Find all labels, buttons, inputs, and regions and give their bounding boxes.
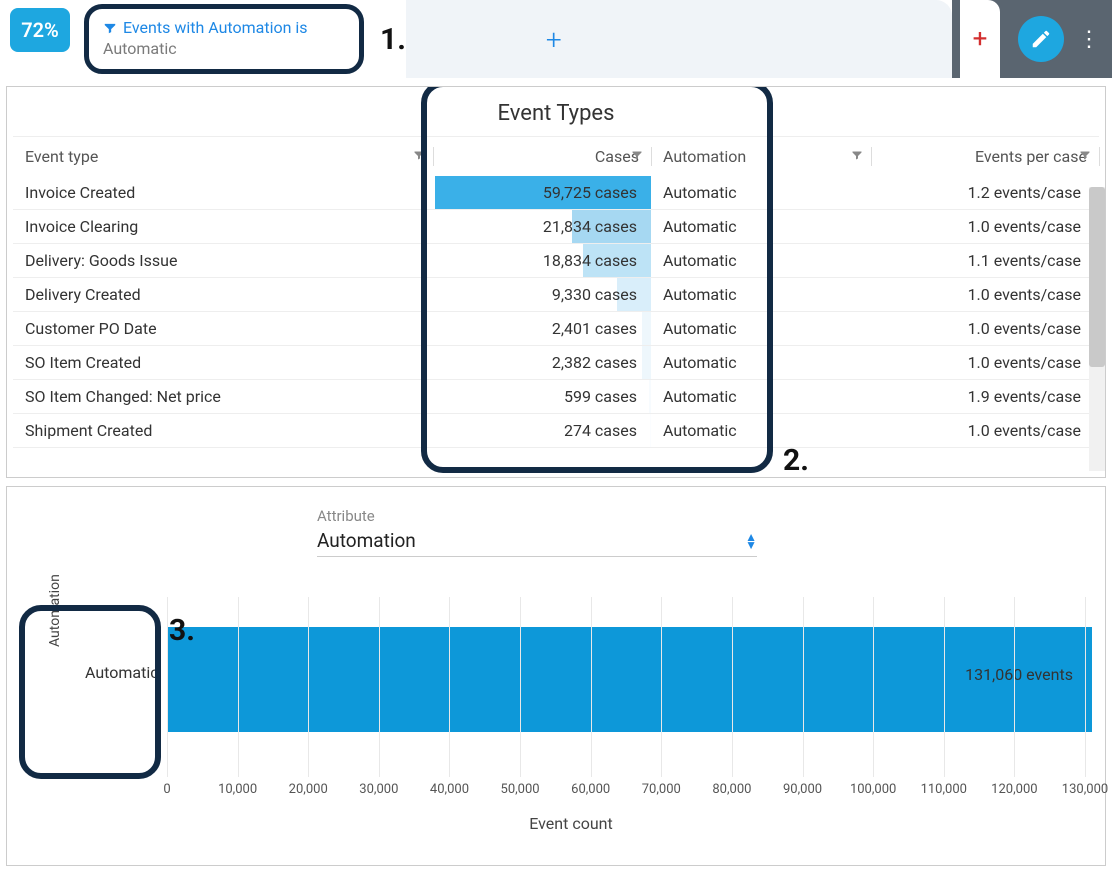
edit-button[interactable] [1018, 16, 1064, 62]
filter-icon[interactable] [851, 149, 863, 161]
cell-event-type: SO Item Created [13, 346, 433, 380]
cell-event-type: Delivery: Goods Issue [13, 244, 433, 278]
filter-chip[interactable]: Events with Automation is Automatic [84, 4, 364, 74]
add-tab-icon[interactable]: + [960, 0, 1000, 78]
bar[interactable] [167, 627, 1092, 732]
x-tick: 100,000 [850, 782, 896, 797]
bar-chart: Automation Automatic 131,060 events 010,… [57, 597, 1085, 827]
bar-value-label: 131,060 events [965, 665, 1073, 684]
cell-events-per-case: 1.1 events/case [871, 244, 1099, 278]
annotation-3: 3. [169, 613, 195, 648]
cell-events-per-case: 1.9 events/case [871, 380, 1099, 414]
chart-panel: Attribute Automation ▲▼ Automation Autom… [6, 486, 1106, 866]
x-axis-ticks: 010,00020,00030,00040,00050,00060,00070,… [167, 782, 1085, 802]
scrollbar-thumb[interactable] [1089, 187, 1105, 367]
cell-events-per-case: 1.2 events/case [871, 176, 1099, 210]
attribute-label: Attribute [317, 507, 757, 525]
col-header-events-per-case[interactable]: Events per case [871, 137, 1099, 177]
cell-automation: Automatic [651, 176, 871, 210]
cell-cases: 9,330 cases [433, 278, 651, 312]
filter-value: Automatic [103, 39, 345, 58]
cell-events-per-case: 1.0 events/case [871, 414, 1099, 448]
filter-icon[interactable] [1079, 149, 1091, 161]
table-row[interactable]: Delivery: Goods Issue18,834 casesAutomat… [13, 244, 1099, 278]
x-tick: 50,000 [501, 782, 540, 797]
cell-event-type: Customer PO Date [13, 312, 433, 346]
x-tick: 10,000 [218, 782, 257, 797]
table-row[interactable]: Shipment Created274 casesAutomatic1.0 ev… [13, 414, 1099, 448]
attribute-selector[interactable]: Attribute Automation ▲▼ [317, 507, 757, 557]
attribute-value: Automation [317, 529, 416, 552]
annotation-2: 2. [783, 443, 809, 477]
plot-area: 131,060 events [167, 597, 1085, 777]
x-tick: 30,000 [359, 782, 398, 797]
x-tick: 40,000 [430, 782, 469, 797]
cell-cases: 599 cases [433, 380, 651, 414]
table-row[interactable]: SO Item Created2,382 casesAutomatic1.0 e… [13, 346, 1099, 380]
filter-icon[interactable] [631, 149, 643, 161]
x-tick: 0 [163, 782, 170, 797]
cell-event-type: Invoice Clearing [13, 210, 433, 244]
cell-automation: Automatic [651, 346, 871, 380]
cell-automation: Automatic [651, 244, 871, 278]
cell-event-type: SO Item Changed: Net price [13, 380, 433, 414]
table-row[interactable]: Invoice Created59,725 casesAutomatic1.2 … [13, 176, 1099, 210]
filter-title: Events with Automation is [123, 18, 308, 37]
x-tick: 80,000 [712, 782, 751, 797]
cell-events-per-case: 1.0 events/case [871, 278, 1099, 312]
cell-cases: 21,834 cases [433, 210, 651, 244]
x-tick: 60,000 [571, 782, 610, 797]
table-row[interactable]: Invoice Clearing21,834 casesAutomatic1.0… [13, 210, 1099, 244]
cell-event-type: Delivery Created [13, 278, 433, 312]
cell-cases: 274 cases [433, 414, 651, 448]
cell-events-per-case: 1.0 events/case [871, 312, 1099, 346]
cell-automation: Automatic [651, 210, 871, 244]
x-tick: 110,000 [921, 782, 967, 797]
x-tick: 20,000 [289, 782, 328, 797]
table-panel: Event Types Event type Cases Automat [6, 86, 1106, 478]
pencil-icon [1030, 28, 1052, 50]
cell-cases: 59,725 cases [433, 176, 651, 210]
col-header-event-type[interactable]: Event type [13, 137, 433, 177]
cell-automation: Automatic [651, 414, 871, 448]
table-row[interactable]: Customer PO Date2,401 casesAutomatic1.0 … [13, 312, 1099, 346]
filter-icon[interactable] [413, 149, 425, 161]
col-header-cases[interactable]: Cases [433, 137, 651, 177]
annotation-box-3 [19, 605, 161, 779]
cell-events-per-case: 1.0 events/case [871, 210, 1099, 244]
more-menu-icon[interactable]: ⋮ [1074, 27, 1104, 52]
topbar: 72% Events with Automation is Automatic … [0, 0, 1112, 78]
cell-event-type: Shipment Created [13, 414, 433, 448]
filter-icon [103, 21, 117, 35]
x-axis-title: Event count [57, 814, 1085, 833]
table-title: Event Types [13, 101, 1099, 126]
toolbar-right: + ⋮ [952, 0, 1112, 78]
cell-event-type: Invoice Created [13, 176, 433, 210]
cell-events-per-case: 1.0 events/case [871, 346, 1099, 380]
x-tick: 70,000 [642, 782, 681, 797]
col-header-automation[interactable]: Automation [651, 137, 871, 177]
cell-cases: 2,401 cases [433, 312, 651, 346]
tab-area: + [406, 0, 952, 78]
cell-automation: Automatic [651, 312, 871, 346]
percentage-badge[interactable]: 72% [10, 8, 70, 52]
x-tick: 90,000 [783, 782, 822, 797]
table-row[interactable]: Delivery Created9,330 casesAutomatic1.0 … [13, 278, 1099, 312]
annotation-1: 1. [380, 22, 406, 57]
add-filter-icon[interactable]: + [546, 23, 562, 56]
cell-cases: 18,834 cases [433, 244, 651, 278]
cell-automation: Automatic [651, 380, 871, 414]
table-row[interactable]: SO Item Changed: Net price599 casesAutom… [13, 380, 1099, 414]
x-tick: 130,000 [1062, 782, 1108, 797]
dropdown-caret-icon[interactable]: ▲▼ [745, 533, 757, 549]
event-types-table: Event type Cases Automation [13, 136, 1099, 448]
cell-cases: 2,382 cases [433, 346, 651, 380]
cell-automation: Automatic [651, 278, 871, 312]
x-tick: 120,000 [991, 782, 1037, 797]
